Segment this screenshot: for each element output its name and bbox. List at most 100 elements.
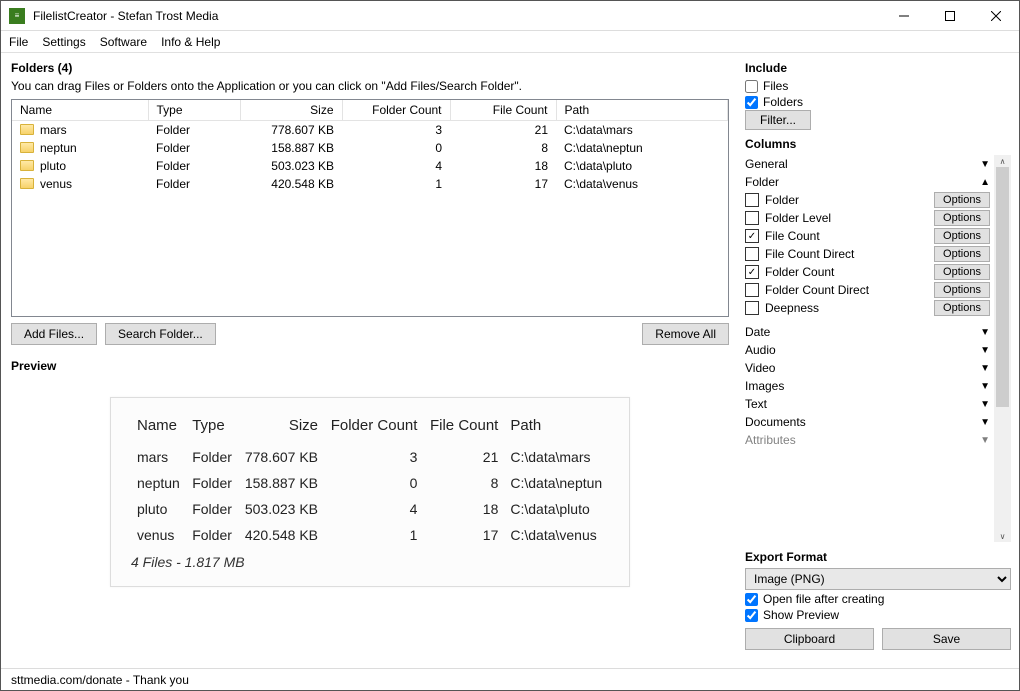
col-header-size[interactable]: Size — [240, 100, 342, 121]
open-after-input[interactable] — [745, 593, 758, 606]
checkbox-checked-icon[interactable]: ✓ — [745, 265, 759, 279]
pv-col-path: Path — [504, 414, 609, 444]
group-attributes[interactable]: Attributes▼ — [745, 431, 990, 449]
show-preview-label: Show Preview — [763, 608, 839, 622]
table-row[interactable]: marsFolder778.607 KB321C:\data\mars — [12, 121, 728, 140]
menu-bar: File Settings Software Info & Help — [1, 31, 1019, 53]
pv-col-folder-count: Folder Count — [324, 414, 423, 444]
include-files-checkbox[interactable]: Files — [745, 79, 1011, 93]
filter-button[interactable]: Filter... — [745, 110, 811, 130]
options-button[interactable]: Options — [934, 228, 990, 244]
clipboard-button[interactable]: Clipboard — [745, 628, 874, 650]
checkbox-icon[interactable] — [745, 283, 759, 297]
folder-icon — [20, 160, 34, 171]
group-images[interactable]: Images▼ — [745, 377, 990, 395]
table-row[interactable]: plutoFolder503.023 KB418C:\data\pluto — [12, 157, 728, 175]
caret-down-icon: ▼ — [980, 417, 990, 428]
checkbox-icon[interactable] — [745, 193, 759, 207]
table-row[interactable]: venusFolder420.548 KB117C:\data\venus — [12, 175, 728, 193]
folders-hint: You can drag Files or Folders onto the A… — [11, 79, 729, 93]
scroll-down-icon[interactable]: ∨ — [994, 530, 1011, 542]
checkbox-checked-icon[interactable]: ✓ — [745, 229, 759, 243]
col-item-deepness[interactable]: DeepnessOptions — [745, 299, 990, 317]
col-header-file-count[interactable]: File Count — [450, 100, 556, 121]
group-date[interactable]: Date▼ — [745, 323, 990, 341]
checkbox-icon[interactable] — [745, 211, 759, 225]
group-general[interactable]: General▼ — [745, 155, 990, 173]
col-header-name[interactable]: Name — [12, 100, 148, 121]
folders-header: Folders (4) — [11, 61, 729, 75]
scrollbar-thumb[interactable] — [996, 167, 1009, 407]
pv-col-name: Name — [131, 414, 186, 444]
minimize-button[interactable] — [881, 1, 927, 31]
caret-down-icon: ▼ — [980, 345, 990, 356]
close-icon — [991, 11, 1001, 21]
maximize-button[interactable] — [927, 1, 973, 31]
caret-up-icon: ▲ — [980, 177, 990, 188]
checkbox-icon[interactable] — [745, 301, 759, 315]
col-item-folder[interactable]: FolderOptions — [745, 191, 990, 209]
menu-help[interactable]: Info & Help — [161, 35, 220, 49]
menu-software[interactable]: Software — [100, 35, 147, 49]
col-item-folder-count-direct[interactable]: Folder Count DirectOptions — [745, 281, 990, 299]
include-files-input[interactable] — [745, 80, 758, 93]
group-video[interactable]: Video▼ — [745, 359, 990, 377]
caret-down-icon: ▼ — [980, 159, 990, 170]
minimize-icon — [899, 11, 909, 21]
options-button[interactable]: Options — [934, 300, 990, 316]
show-preview-input[interactable] — [745, 609, 758, 622]
export-header: Export Format — [745, 550, 1011, 564]
table-row[interactable]: neptunFolder158.887 KB08C:\data\neptun — [12, 139, 728, 157]
options-button[interactable]: Options — [934, 282, 990, 298]
menu-settings[interactable]: Settings — [42, 35, 85, 49]
folder-icon — [20, 142, 34, 153]
add-files-button[interactable]: Add Files... — [11, 323, 97, 345]
save-button[interactable]: Save — [882, 628, 1011, 650]
pv-col-type: Type — [186, 414, 238, 444]
col-item-folder-count[interactable]: ✓Folder CountOptions — [745, 263, 990, 281]
remove-all-button[interactable]: Remove All — [642, 323, 729, 345]
status-bar: sttmedia.com/donate - Thank you — [1, 668, 1019, 690]
include-folders-input[interactable] — [745, 96, 758, 109]
options-button[interactable]: Options — [934, 210, 990, 226]
maximize-icon — [945, 11, 955, 21]
columns-scrollbar[interactable]: ∧ ∨ — [994, 155, 1011, 542]
group-text[interactable]: Text▼ — [745, 395, 990, 413]
group-documents[interactable]: Documents▼ — [745, 413, 990, 431]
title-bar: ≡ FilelistCreator - Stefan Trost Media — [1, 1, 1019, 31]
export-format-select[interactable]: Image (PNG) — [745, 568, 1011, 590]
col-item-folder-level[interactable]: Folder LevelOptions — [745, 209, 990, 227]
preview-row: plutoFolder503.023 KB418C:\data\pluto — [131, 496, 609, 522]
preview-summary: 4 Files - 1.817 MB — [131, 548, 609, 570]
folders-table-container: Name Type Size Folder Count File Count P… — [11, 99, 729, 317]
options-button[interactable]: Options — [934, 192, 990, 208]
col-item-file-count-direct[interactable]: File Count DirectOptions — [745, 245, 990, 263]
include-folders-checkbox[interactable]: Folders — [745, 95, 1011, 109]
show-preview-checkbox[interactable]: Show Preview — [745, 608, 1011, 622]
col-item-file-count[interactable]: ✓File CountOptions — [745, 227, 990, 245]
include-header: Include — [745, 61, 1011, 75]
folder-icon — [20, 178, 34, 189]
options-button[interactable]: Options — [934, 246, 990, 262]
col-header-type[interactable]: Type — [148, 100, 240, 121]
scroll-up-icon[interactable]: ∧ — [994, 155, 1011, 167]
open-after-checkbox[interactable]: Open file after creating — [745, 592, 1011, 606]
menu-file[interactable]: File — [9, 35, 28, 49]
options-button[interactable]: Options — [934, 264, 990, 280]
include-folders-label: Folders — [763, 95, 803, 109]
caret-down-icon: ▼ — [980, 399, 990, 410]
preview-label: Preview — [11, 359, 729, 373]
preview-area: Name Type Size Folder Count File Count P… — [11, 381, 729, 668]
include-files-label: Files — [763, 79, 788, 93]
col-header-path[interactable]: Path — [556, 100, 728, 121]
caret-down-icon: ▼ — [980, 435, 990, 446]
caret-down-icon: ▼ — [980, 363, 990, 374]
search-folder-button[interactable]: Search Folder... — [105, 323, 216, 345]
caret-down-icon: ▼ — [980, 381, 990, 392]
col-header-folder-count[interactable]: Folder Count — [342, 100, 450, 121]
close-button[interactable] — [973, 1, 1019, 31]
preview-image: Name Type Size Folder Count File Count P… — [110, 397, 630, 587]
checkbox-icon[interactable] — [745, 247, 759, 261]
group-audio[interactable]: Audio▼ — [745, 341, 990, 359]
group-folder[interactable]: Folder▲ — [745, 173, 990, 191]
